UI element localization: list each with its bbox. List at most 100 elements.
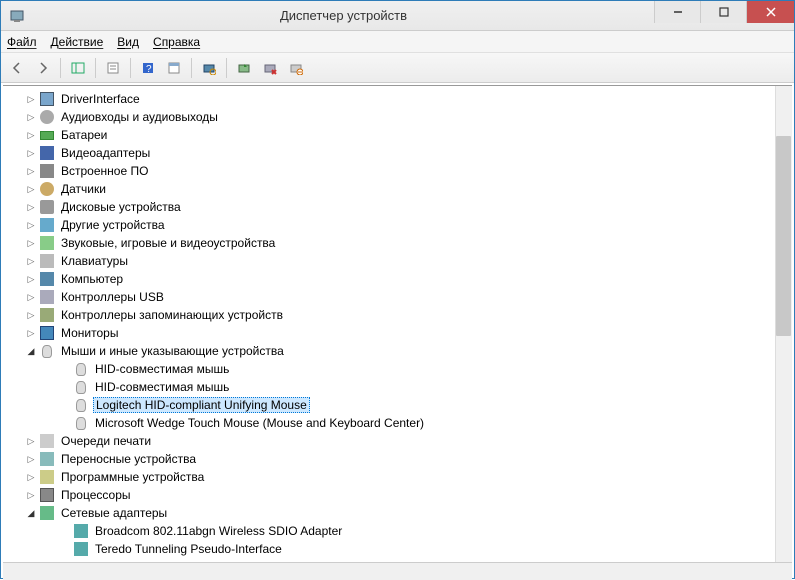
tree-node[interactable]: ▷ Компьютер (3, 270, 792, 288)
tree-node[interactable]: Logitech HID-compliant Unifying Mouse (3, 396, 792, 414)
tree-node-label[interactable]: Контроллеры запоминающих устройств (59, 308, 285, 322)
tree-node-label[interactable]: Встроенное ПО (59, 164, 150, 178)
scrollbar-thumb[interactable] (776, 136, 791, 336)
tree-node-label[interactable]: Broadcom 802.11abgn Wireless SDIO Adapte… (93, 524, 344, 538)
sensor-icon (39, 181, 55, 197)
computer-icon (39, 271, 55, 287)
tree-node[interactable]: ▷ Звуковые, игровые и видеоустройства (3, 234, 792, 252)
expand-icon[interactable]: ▷ (25, 273, 37, 285)
expand-icon[interactable]: ▷ (25, 471, 37, 483)
menu-help[interactable]: Справка (153, 35, 200, 49)
expand-icon[interactable]: ▷ (25, 291, 37, 303)
menu-file[interactable]: Файл (7, 35, 37, 49)
expand-icon[interactable]: ▷ (25, 453, 37, 465)
statusbar (3, 562, 792, 580)
scrollbar[interactable] (775, 86, 792, 562)
expand-icon[interactable]: ▷ (25, 183, 37, 195)
tree-node[interactable]: ▷ Другие устройства (3, 216, 792, 234)
tree-node[interactable]: ▷ Видеоадаптеры (3, 144, 792, 162)
menu-action[interactable]: Действие (51, 35, 104, 49)
expand-icon[interactable]: ▷ (25, 489, 37, 501)
tree-node[interactable]: ▷ DriverInterface (3, 90, 792, 108)
tree-node[interactable]: ▷ Дисковые устройства (3, 198, 792, 216)
audio-icon (39, 109, 55, 125)
tree-node[interactable]: Teredo Tunneling Pseudo-Interface (3, 540, 792, 558)
tree-node-label[interactable]: Программные устройства (59, 470, 206, 484)
tree-node[interactable]: ▷ Аудиовходы и аудиовыходы (3, 108, 792, 126)
menubar: Файл Действие Вид Справка (1, 31, 794, 53)
tree-node-label[interactable]: Звуковые, игровые и видеоустройства (59, 236, 277, 250)
tree-node-label[interactable]: HID-совместимая мышь (93, 380, 231, 394)
tree-node[interactable]: ▷ Встроенное ПО (3, 162, 792, 180)
update-driver-button[interactable] (232, 56, 256, 80)
close-button[interactable] (746, 1, 794, 23)
uninstall-button[interactable] (258, 56, 282, 80)
tree-node-label[interactable]: Мыши и иные указывающие устройства (59, 344, 286, 358)
expand-icon[interactable]: ▷ (25, 255, 37, 267)
tree-node-label[interactable]: Видеоадаптеры (59, 146, 152, 160)
tree-node[interactable]: ▷ Очереди печати (3, 432, 792, 450)
tree-node-label[interactable]: Logitech HID-compliant Unifying Mouse (93, 397, 310, 413)
disable-button[interactable] (284, 56, 308, 80)
tree-node[interactable]: Microsoft Wedge Touch Mouse (Mouse and K… (3, 414, 792, 432)
tree-node[interactable]: ▷ Процессоры (3, 486, 792, 504)
no-expand (59, 363, 71, 375)
tree-node-label[interactable]: Клавиатуры (59, 254, 130, 268)
cpu-icon (39, 487, 55, 503)
expand-icon[interactable]: ▷ (25, 201, 37, 213)
tree-node[interactable]: ▷ Контроллеры USB (3, 288, 792, 306)
properties-sheet-button[interactable] (162, 56, 186, 80)
show-hide-tree-button[interactable] (66, 56, 90, 80)
firmware-icon (39, 163, 55, 179)
tree-node-label[interactable]: Microsoft Wedge Touch Mouse (Mouse and K… (93, 416, 426, 430)
tree-node-label[interactable]: Сетевые адаптеры (59, 506, 169, 520)
expand-icon[interactable]: ▷ (25, 309, 37, 321)
tree-node-label[interactable]: Батареи (59, 128, 109, 142)
tree-node[interactable]: HID-совместимая мышь (3, 360, 792, 378)
tree-node-label[interactable]: DriverInterface (59, 92, 142, 106)
minimize-button[interactable] (654, 1, 700, 23)
tree-node[interactable]: ◢ Сетевые адаптеры (3, 504, 792, 522)
tree-node[interactable]: ▷ Мониторы (3, 324, 792, 342)
tree-node[interactable]: ▷ Программные устройства (3, 468, 792, 486)
tree-node-label[interactable]: Дисковые устройства (59, 200, 183, 214)
tree-node-label[interactable]: Аудиовходы и аудиовыходы (59, 110, 220, 124)
tree-node-label[interactable]: Teredo Tunneling Pseudo-Interface (93, 542, 284, 556)
forward-button[interactable] (31, 56, 55, 80)
back-button[interactable] (5, 56, 29, 80)
scan-hardware-button[interactable] (197, 56, 221, 80)
expand-icon[interactable]: ▷ (25, 219, 37, 231)
tree-node[interactable]: ▷ Датчики (3, 180, 792, 198)
expand-icon[interactable]: ▷ (25, 327, 37, 339)
tree-node[interactable]: ▷ Контроллеры запоминающих устройств (3, 306, 792, 324)
tree-node-label[interactable]: Другие устройства (59, 218, 167, 232)
tree-node-label[interactable]: Компьютер (59, 272, 125, 286)
expand-icon[interactable]: ▷ (25, 93, 37, 105)
expand-icon[interactable]: ▷ (25, 165, 37, 177)
expand-icon[interactable]: ▷ (25, 129, 37, 141)
tree-node[interactable]: ▷ Батареи (3, 126, 792, 144)
tree-node[interactable]: HID-совместимая мышь (3, 378, 792, 396)
expand-icon[interactable]: ▷ (25, 237, 37, 249)
help-button[interactable]: ? (136, 56, 160, 80)
tree-node-label[interactable]: Процессоры (59, 488, 133, 502)
tree-node[interactable]: ▷ Переносные устройства (3, 450, 792, 468)
tree-node[interactable]: ◢ Мыши и иные указывающие устройства (3, 342, 792, 360)
collapse-icon[interactable]: ◢ (25, 507, 37, 519)
expand-icon[interactable]: ▷ (25, 435, 37, 447)
tree-node-label[interactable]: Очереди печати (59, 434, 153, 448)
device-tree[interactable]: ▷ DriverInterface ▷ Аудиовходы и аудиовыход… (3, 86, 792, 562)
tree-node-label[interactable]: Мониторы (59, 326, 120, 340)
collapse-icon[interactable]: ◢ (25, 345, 37, 357)
expand-icon[interactable]: ▷ (25, 111, 37, 123)
tree-node-label[interactable]: Переносные устройства (59, 452, 198, 466)
properties-button[interactable] (101, 56, 125, 80)
menu-view[interactable]: Вид (117, 35, 139, 49)
tree-node-label[interactable]: Контроллеры USB (59, 290, 166, 304)
tree-node-label[interactable]: Датчики (59, 182, 108, 196)
expand-icon[interactable]: ▷ (25, 147, 37, 159)
tree-node-label[interactable]: HID-совместимая мышь (93, 362, 231, 376)
maximize-button[interactable] (700, 1, 746, 23)
tree-node[interactable]: Broadcom 802.11abgn Wireless SDIO Adapte… (3, 522, 792, 540)
tree-node[interactable]: ▷ Клавиатуры (3, 252, 792, 270)
